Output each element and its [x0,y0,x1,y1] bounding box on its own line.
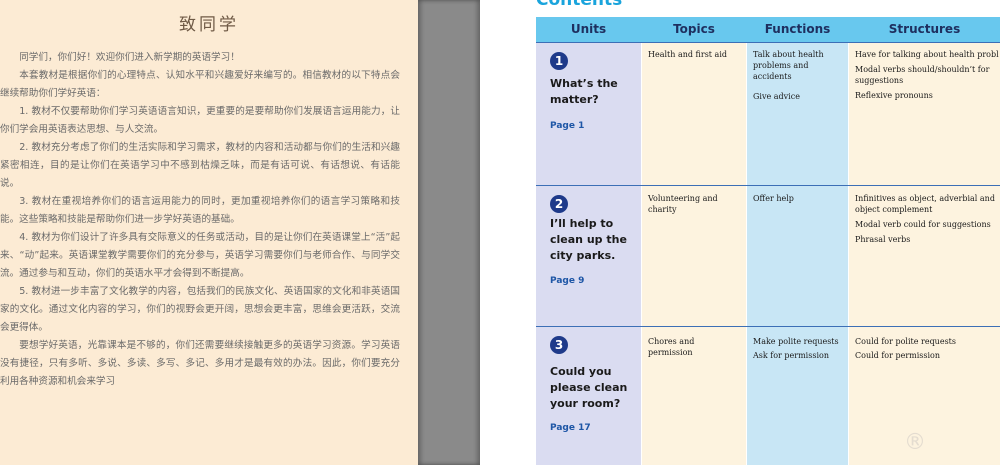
topic-text: Health and first aid [648,50,728,59]
unit-structures-cell: Have for talking about health probl Moda… [855,49,1000,101]
letter-paragraph: 4. 教材为你们设计了许多具有交际意义的任务或活动，目的是让你们在英语课堂上“活… [0,232,400,279]
unit-functions-cell: Make polite requests Ask for permission [753,336,847,361]
unit-title-line: Could you [550,365,612,378]
structure-text: Reflexive pronouns [855,91,933,100]
unit-title-line: What’s the [550,77,618,90]
unit-title[interactable]: What’s the matter? [550,76,638,108]
function-text: Offer help [753,194,794,203]
unit-title[interactable]: I’ll help to clean up the city parks. [550,216,638,264]
topic-text: permission [648,348,693,357]
letter-paragraph: 本套教材是根据你们的心理特点、认知水平和兴趣爱好来编写的。相信教材的以下特点会继… [0,70,400,99]
topic-text: Chores and [648,337,695,346]
row-divider [536,185,1000,186]
contents-heading: Contents [536,0,623,10]
structure-text: Modal verb could for suggestions [855,220,991,229]
header-units: Units [570,22,607,36]
topic-text: charity [648,205,677,214]
unit-title-line: matter? [550,93,599,106]
page-separator [418,0,480,465]
letter-paragraph: 3. 教材在重视培养你们的语言运用能力的同时，更加重视培养你们的语言学习策略和技… [0,196,400,225]
unit-title-line: please clean [550,381,628,394]
structure-text: Infinitives as object, adverbial and [855,194,995,203]
header-structures: Structures [888,22,961,36]
function-text: Ask for permission [753,351,829,360]
left-page: 致同学 同学们，你们好！欢迎你们进入新学期的英语学习！ 本套教材是根据你们的心理… [0,0,418,465]
function-text: Make polite requests [753,337,839,346]
letter-paragraph: 5. 教材进一步丰富了文化教学的内容，包括我们的民族文化、英语国家的文化和非英语… [0,286,400,333]
unit-title-line: I’ll help to [550,217,614,230]
structure-text: Could for permission [855,351,941,360]
unit-title[interactable]: Could you please clean your room? [550,364,638,412]
unit-title-line: city parks. [550,249,616,262]
unit-functions-cell: Talk about health problems and accidents… [753,49,847,102]
unit-topics-cell: Chores and permission [648,336,744,358]
structure-text: object complement [855,205,933,214]
structure-text: Phrasal verbs [855,235,911,244]
function-text: Give advice [753,92,800,101]
header-topics: Topics [673,22,715,36]
contents-heading-strip: Contents [480,0,1000,14]
unit-structures-cell: Could for polite requests Could for perm… [855,336,1000,361]
topics-column [642,17,746,465]
unit-functions-cell: Offer help [753,193,847,204]
structure-text: suggestions [855,76,904,85]
function-text: accidents [753,72,792,81]
contents-page: Contents Units Topics Functions Structur… [480,0,1000,465]
letter-paragraph: 1. 教材不仅要帮助你们学习英语语言知识，更重要的是要帮助你们发展语言运用能力，… [0,106,400,135]
watermark-registered-mark: ® [904,430,926,455]
unit-topics-cell: Health and first aid [648,49,744,60]
function-text: problems and [753,61,809,70]
unit-number-badge: 1 [550,52,568,70]
letter-body: 同学们，你们好！欢迎你们进入新学期的英语学习！ 本套教材是根据你们的心理特点、认… [0,49,400,391]
row-divider [536,326,1000,327]
letter-paragraph: 要想学好英语，光靠课本是不够的，你们还需要继续接触更多的英语学习资源。学习英语没… [0,340,400,387]
structure-text: Modal verbs should/shouldn’t for [855,65,990,74]
unit-structures-cell: Infinitives as object, adverbial and obj… [855,193,1000,245]
unit-page-link[interactable]: Page 17 [550,423,591,433]
unit-title-line: your room? [550,397,621,410]
header-functions: Functions [764,22,831,36]
function-text: Talk about health [753,50,824,59]
topic-text: Volunteering and [648,194,718,203]
unit-page-link[interactable]: Page 9 [550,276,584,286]
unit-number-badge: 2 [550,195,568,213]
unit-number-badge: 3 [550,336,568,354]
structure-text: Have for talking about health probl [855,50,999,59]
unit-topics-cell: Volunteering and charity [648,193,744,215]
letter-paragraph: 2. 教材充分考虑了你们的生活实际和学习需求，教材的内容和活动都与你们的生活和兴… [0,142,400,189]
unit-page-link[interactable]: Page 1 [550,121,584,131]
letter-paragraph: 同学们，你们好！欢迎你们进入新学期的英语学习！ [19,52,240,63]
page-title: 致同学 [179,15,239,35]
unit-title-line: clean up the [550,233,627,246]
structure-text: Could for polite requests [855,337,956,346]
row-divider [536,42,1000,43]
